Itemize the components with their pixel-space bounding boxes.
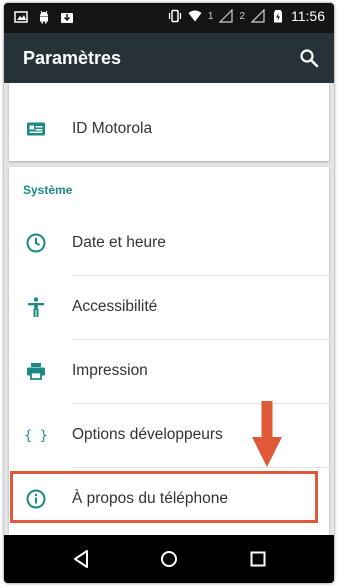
navigation-bar	[4, 535, 334, 583]
page-title: Paramètres	[23, 48, 122, 68]
svg-text:{ }: { }	[25, 429, 47, 444]
recents-icon[interactable]	[246, 547, 270, 571]
settings-item-label: ID Motorola	[72, 120, 153, 137]
id-card-icon	[27, 122, 45, 136]
search-icon[interactable]	[299, 48, 319, 68]
vibrate-icon	[168, 9, 181, 23]
app-bar: Paramètres	[4, 33, 334, 83]
sim1-label: 1	[207, 10, 214, 22]
settings-item-date-time[interactable]: Date et heure	[9, 211, 329, 275]
signal-icon	[219, 9, 234, 23]
settings-list[interactable]: ID Motorola Système Date et heure Access…	[4, 83, 334, 535]
settings-item-label: Date et heure	[72, 234, 166, 251]
home-icon[interactable]	[157, 547, 181, 571]
settings-item-printing[interactable]: Impression	[9, 339, 329, 403]
settings-item-label: Accessibilité	[72, 298, 158, 315]
clock-icon	[26, 233, 46, 253]
settings-card-top: ID Motorola	[9, 83, 329, 161]
settings-item-accessibility[interactable]: Accessibilité	[9, 275, 329, 339]
battery-icon	[274, 10, 282, 23]
download-icon	[61, 13, 73, 23]
settings-item-motorola-id[interactable]: ID Motorola	[9, 97, 329, 161]
status-bar: 1 2 11:56	[4, 3, 334, 33]
android-icon	[40, 10, 48, 24]
braces-icon: { }	[25, 429, 47, 444]
section-header-system: Système	[23, 183, 73, 197]
wifi-icon	[188, 10, 202, 22]
phone-screen: 1 2 11:56 Paramètres ID Motorola Système…	[4, 3, 334, 583]
accessibility-icon	[28, 297, 44, 317]
highlight-box	[10, 471, 318, 523]
signal-icon	[251, 9, 265, 23]
arrow-down-icon	[252, 401, 282, 467]
clock-time: 11:56	[291, 8, 325, 24]
settings-item-label: Options développeurs	[72, 426, 223, 443]
back-icon[interactable]	[69, 547, 93, 571]
sim2-label: 2	[239, 10, 245, 22]
printer-icon	[27, 363, 45, 380]
settings-item-label: Impression	[72, 362, 148, 379]
image-icon	[14, 11, 28, 23]
